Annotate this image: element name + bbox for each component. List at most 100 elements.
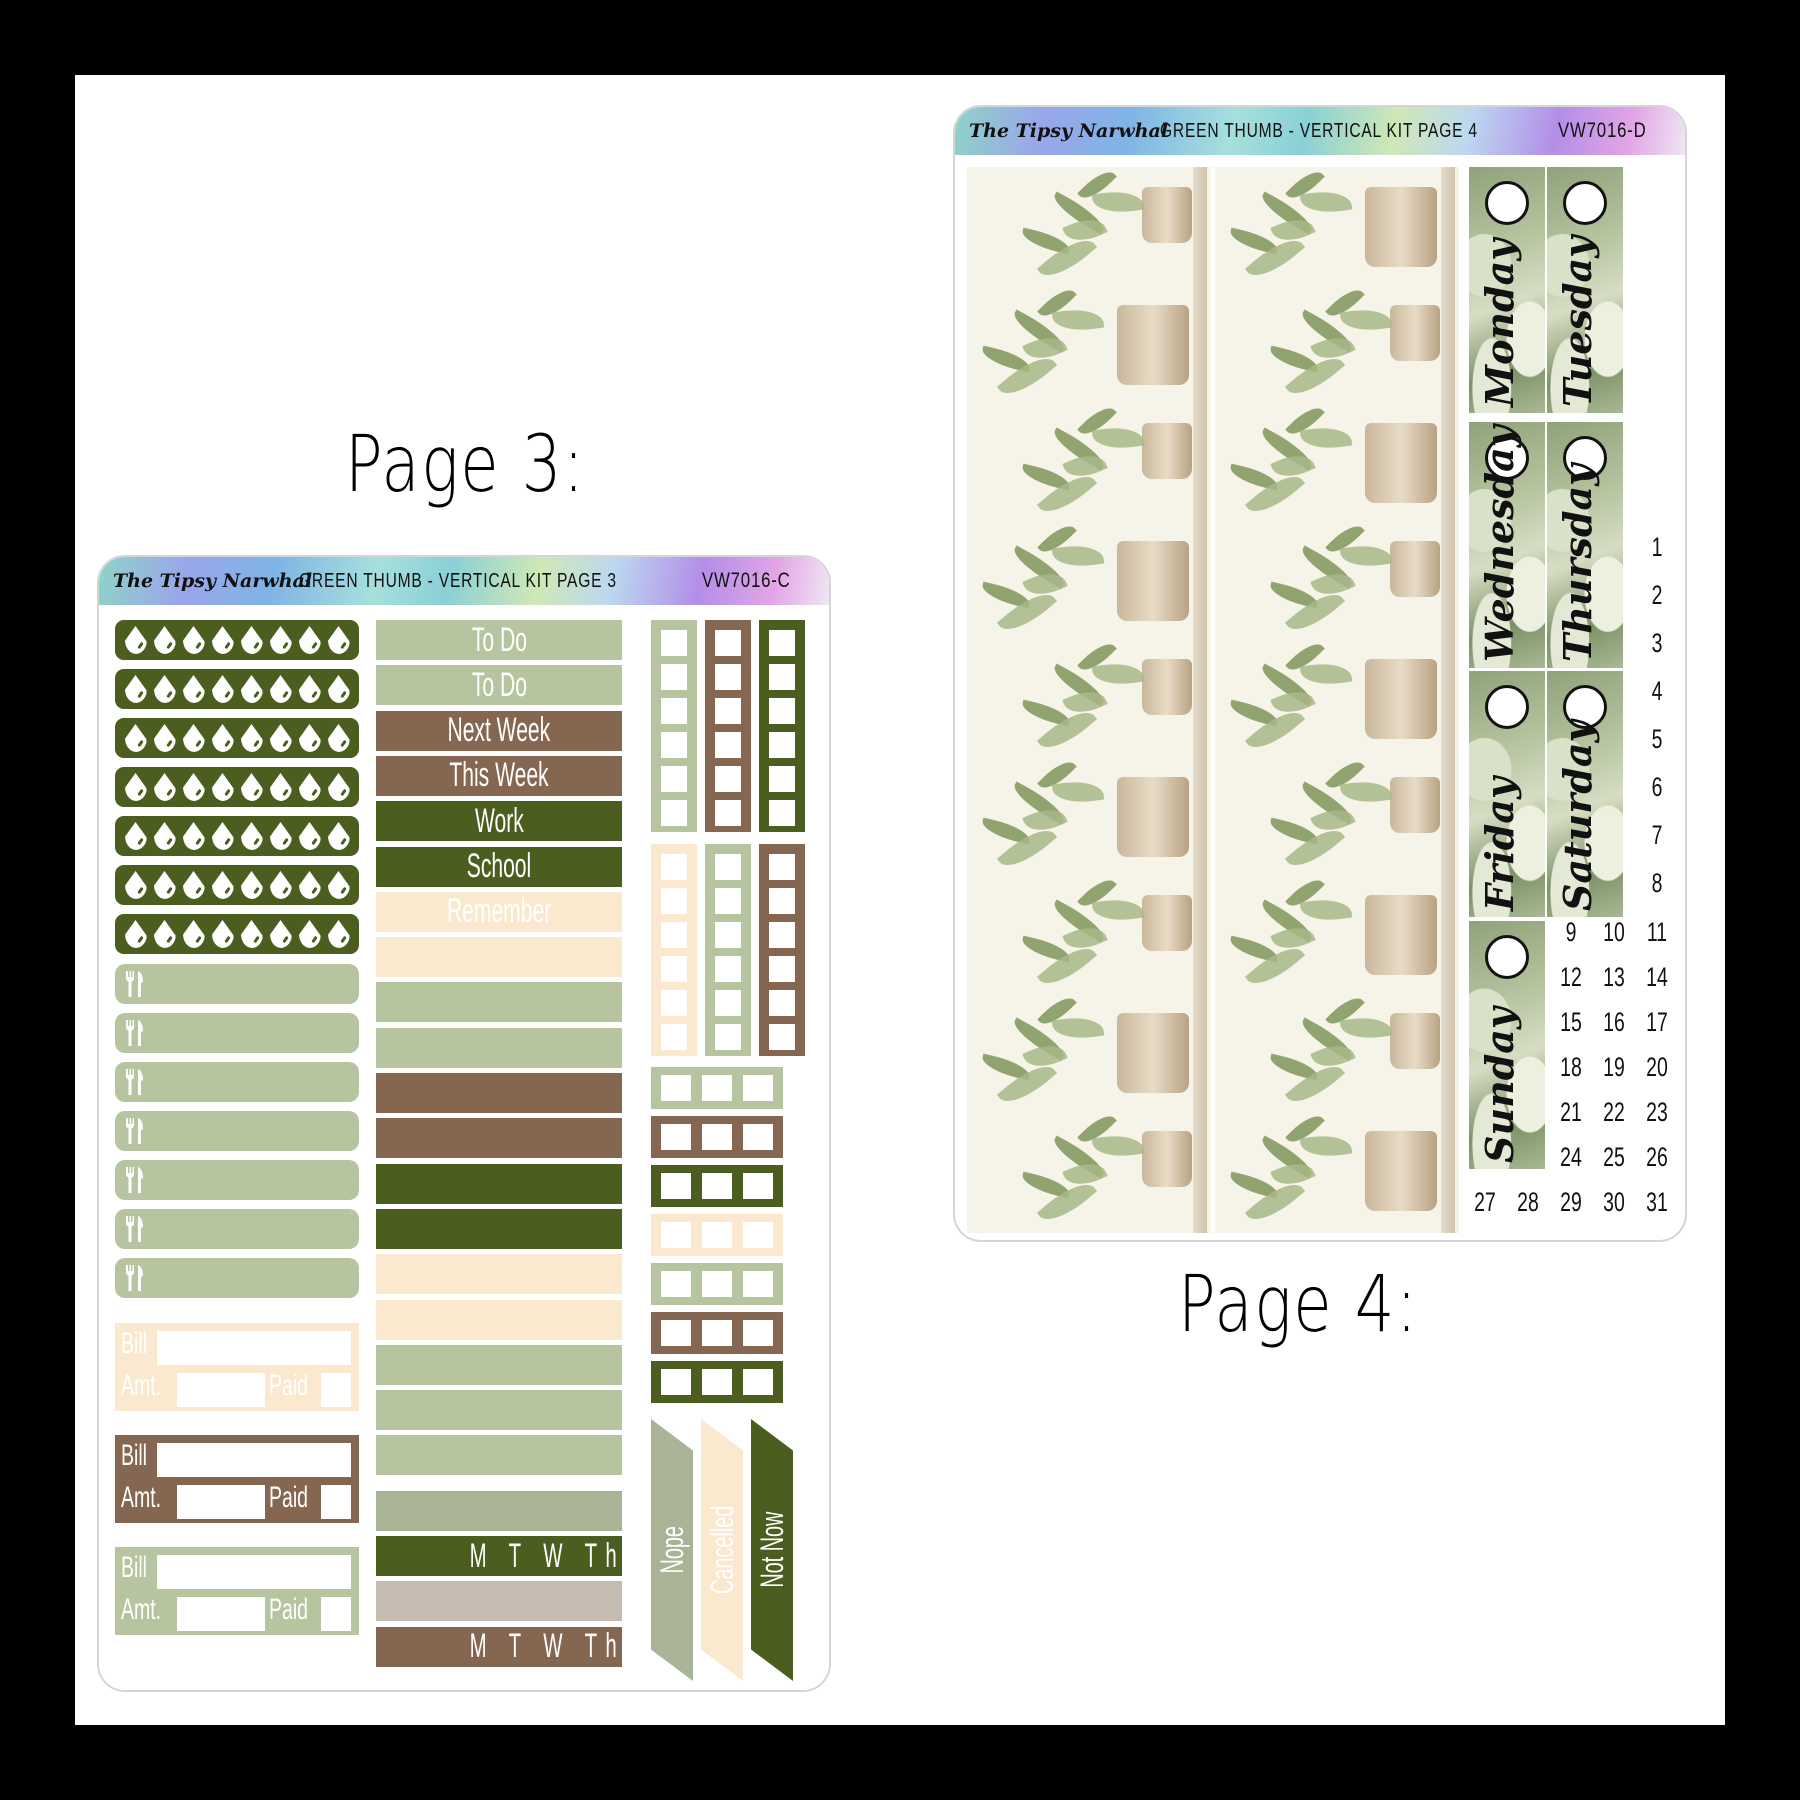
checkbox[interactable] bbox=[702, 1173, 732, 1199]
water-tracker-sticker[interactable] bbox=[115, 865, 359, 905]
checkbox[interactable] bbox=[661, 1271, 691, 1297]
horizontal-checklist-sticker[interactable] bbox=[651, 1214, 783, 1256]
date-number[interactable]: 5 bbox=[1643, 724, 1672, 755]
water-tracker-sticker[interactable] bbox=[115, 718, 359, 758]
bill-tracker-sticker[interactable]: Bill Amt. Paid bbox=[115, 1547, 359, 1635]
checkbox[interactable] bbox=[702, 1271, 732, 1297]
date-number[interactable]: 30 bbox=[1600, 1187, 1629, 1218]
text-strip-sticker[interactable] bbox=[376, 1299, 622, 1340]
date-number[interactable]: 14 bbox=[1643, 962, 1672, 993]
date-number[interactable]: 13 bbox=[1600, 962, 1629, 993]
checkbox[interactable] bbox=[661, 766, 687, 792]
checkbox[interactable] bbox=[715, 732, 741, 758]
text-strip-sticker[interactable] bbox=[376, 1344, 622, 1385]
checkbox[interactable] bbox=[661, 732, 687, 758]
checkbox[interactable] bbox=[743, 1271, 773, 1297]
text-strip-sticker[interactable] bbox=[376, 1027, 622, 1068]
checkbox[interactable] bbox=[661, 1124, 691, 1150]
checkbox[interactable] bbox=[702, 1369, 732, 1395]
flag-sticker[interactable]: Nope bbox=[651, 1419, 693, 1681]
date-number[interactable]: 17 bbox=[1643, 1007, 1672, 1038]
checkbox[interactable] bbox=[715, 766, 741, 792]
checkbox[interactable] bbox=[743, 1173, 773, 1199]
checkbox[interactable] bbox=[661, 664, 687, 690]
text-strip-sticker[interactable] bbox=[376, 1163, 622, 1204]
checkbox[interactable] bbox=[661, 1173, 691, 1199]
date-number[interactable]: 31 bbox=[1643, 1187, 1672, 1218]
text-strip-sticker[interactable]: School bbox=[376, 846, 622, 887]
meal-tracker-sticker[interactable] bbox=[115, 1160, 359, 1200]
date-number[interactable]: 3 bbox=[1643, 628, 1672, 659]
date-number[interactable]: 27 bbox=[1471, 1187, 1500, 1218]
text-strip-sticker[interactable] bbox=[376, 1254, 622, 1295]
amount-field[interactable] bbox=[177, 1597, 265, 1631]
text-strip-sticker[interactable] bbox=[376, 1118, 622, 1159]
text-strip-sticker[interactable] bbox=[376, 1490, 622, 1531]
meal-tracker-sticker[interactable] bbox=[115, 1062, 359, 1102]
checkbox[interactable] bbox=[769, 888, 795, 914]
date-number[interactable]: 28 bbox=[1514, 1187, 1543, 1218]
checkbox[interactable] bbox=[702, 1124, 732, 1150]
day-sticker[interactable]: Monday bbox=[1469, 167, 1545, 413]
text-strip-sticker[interactable]: Next Week bbox=[376, 710, 622, 751]
vertical-checklist-sticker[interactable] bbox=[759, 844, 805, 1056]
horizontal-checklist-sticker[interactable] bbox=[651, 1067, 783, 1109]
checkbox[interactable] bbox=[715, 630, 741, 656]
checkbox[interactable] bbox=[702, 1075, 732, 1101]
bill-name-field[interactable] bbox=[157, 1443, 351, 1477]
water-tracker-sticker[interactable] bbox=[115, 767, 359, 807]
bill-tracker-sticker[interactable]: Bill Amt. Paid bbox=[115, 1323, 359, 1411]
checkbox[interactable] bbox=[661, 1320, 691, 1346]
checkbox[interactable] bbox=[743, 1075, 773, 1101]
checkbox[interactable] bbox=[743, 1222, 773, 1248]
horizontal-checklist-sticker[interactable] bbox=[651, 1116, 783, 1158]
day-sticker[interactable]: Sunday bbox=[1469, 921, 1545, 1169]
horizontal-checklist-sticker[interactable] bbox=[651, 1165, 783, 1207]
checkbox[interactable] bbox=[715, 1024, 741, 1050]
date-number[interactable]: 21 bbox=[1557, 1097, 1586, 1128]
date-number[interactable]: 22 bbox=[1600, 1097, 1629, 1128]
date-number[interactable]: 10 bbox=[1600, 917, 1629, 948]
vertical-checklist-sticker[interactable] bbox=[759, 620, 805, 832]
text-strip-sticker[interactable] bbox=[376, 1208, 622, 1249]
paid-checkbox[interactable] bbox=[321, 1597, 351, 1631]
date-number[interactable]: 9 bbox=[1557, 917, 1586, 948]
horizontal-checklist-sticker[interactable] bbox=[651, 1361, 783, 1403]
checkbox[interactable] bbox=[661, 854, 687, 880]
checkbox[interactable] bbox=[661, 698, 687, 724]
checkbox[interactable] bbox=[715, 922, 741, 948]
date-number[interactable]: 8 bbox=[1643, 868, 1672, 899]
date-number[interactable]: 23 bbox=[1643, 1097, 1672, 1128]
water-tracker-sticker[interactable] bbox=[115, 620, 359, 660]
day-sticker[interactable]: Saturday bbox=[1547, 671, 1623, 917]
checkbox[interactable] bbox=[715, 698, 741, 724]
checkbox[interactable] bbox=[769, 854, 795, 880]
date-number[interactable]: 11 bbox=[1643, 917, 1672, 948]
paid-checkbox[interactable] bbox=[321, 1485, 351, 1519]
checkbox[interactable] bbox=[769, 664, 795, 690]
checkbox[interactable] bbox=[661, 1369, 691, 1395]
water-tracker-sticker[interactable] bbox=[115, 669, 359, 709]
day-sticker[interactable]: Tuesday bbox=[1547, 167, 1623, 413]
checkbox[interactable] bbox=[661, 800, 687, 826]
bill-tracker-sticker[interactable]: Bill Amt. Paid bbox=[115, 1435, 359, 1523]
text-strip-sticker[interactable] bbox=[376, 1390, 622, 1431]
amount-field[interactable] bbox=[177, 1373, 265, 1407]
text-strip-sticker[interactable]: To Do bbox=[376, 620, 622, 660]
meal-tracker-sticker[interactable] bbox=[115, 1111, 359, 1151]
date-number[interactable]: 16 bbox=[1600, 1007, 1629, 1038]
flag-sticker[interactable]: Cancelled bbox=[701, 1419, 743, 1681]
meal-tracker-sticker[interactable] bbox=[115, 1258, 359, 1298]
checkbox[interactable] bbox=[715, 990, 741, 1016]
text-strip-sticker[interactable] bbox=[376, 1435, 622, 1476]
text-strip-sticker[interactable]: M T W Th F S S bbox=[376, 1536, 724, 1576]
date-number[interactable]: 18 bbox=[1557, 1052, 1586, 1083]
checkbox[interactable] bbox=[661, 956, 687, 982]
checkbox[interactable] bbox=[661, 1222, 691, 1248]
checkbox[interactable] bbox=[715, 854, 741, 880]
checkbox[interactable] bbox=[769, 990, 795, 1016]
text-strip-sticker[interactable] bbox=[376, 1581, 622, 1622]
vertical-checklist-sticker[interactable] bbox=[651, 844, 697, 1056]
day-sticker[interactable]: Friday bbox=[1469, 671, 1545, 917]
date-number[interactable]: 29 bbox=[1557, 1187, 1586, 1218]
